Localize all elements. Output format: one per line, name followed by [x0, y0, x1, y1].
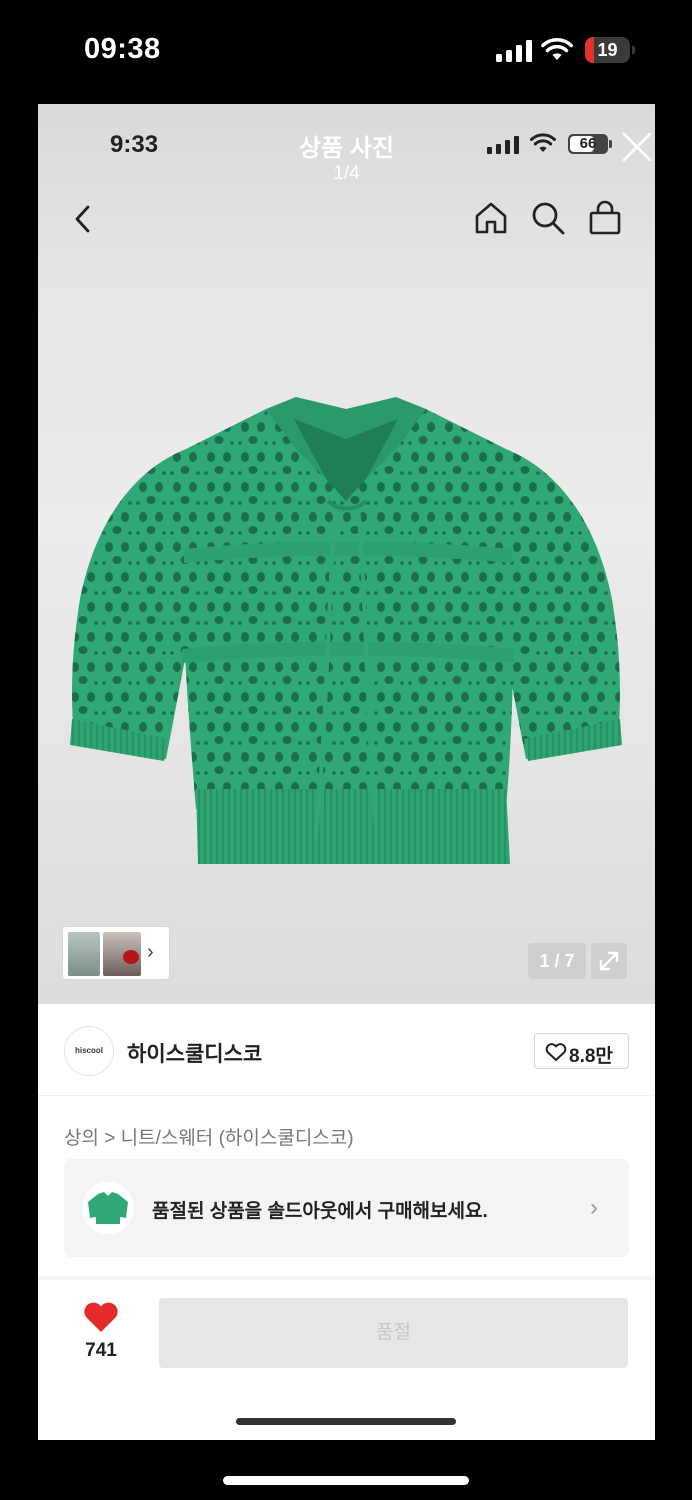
shopping-bag-icon[interactable] — [587, 200, 623, 236]
search-icon[interactable] — [530, 200, 566, 236]
product-photo-area: 9:33 상품 사진 1/4 66 › 1 / 7 — [38, 104, 655, 1004]
soldout-product-thumbnail — [82, 1182, 134, 1234]
close-icon[interactable] — [620, 130, 654, 164]
battery-indicator: 19 — [585, 37, 635, 63]
product-like-count: 741 — [85, 1340, 117, 1361]
brand-like-count: 8.8만 — [569, 1046, 613, 1067]
expand-icon[interactable] — [591, 943, 627, 979]
soldout-banner-text: 품절된 상품을 솔드아웃에서 구매해보세요. — [152, 1201, 488, 1222]
product-image[interactable] — [66, 389, 626, 864]
thumbnail-image[interactable] — [103, 932, 141, 976]
thumbnail-strip[interactable]: › — [62, 926, 170, 980]
inner-battery-percent: 66 — [579, 135, 597, 152]
inner-home-indicator — [236, 1418, 456, 1425]
inner-wifi-icon — [530, 133, 556, 152]
image-counter: 1 / 7 — [528, 943, 586, 979]
bottom-action-bar: 741 품절 — [38, 1280, 655, 1440]
device-clock: 09:38 — [84, 33, 161, 65]
photo-viewer: 9:33 상품 사진 1/4 66 › 1 / 7 hiscool 하이스쿨디스… — [38, 104, 655, 1440]
brand-logo[interactable]: hiscool — [64, 1026, 114, 1076]
chevron-right-icon: › — [147, 941, 154, 963]
sweater-icon — [88, 1192, 128, 1224]
wifi-icon — [541, 38, 573, 60]
heart-filled-icon[interactable] — [82, 1300, 120, 1334]
cellular-signal-icon — [496, 40, 532, 62]
chevron-right-icon: › — [590, 1194, 598, 1221]
home-icon[interactable] — [473, 200, 509, 236]
viewer-photo-counter: 1/4 — [333, 163, 360, 184]
home-indicator[interactable] — [223, 1476, 469, 1485]
heart-outline-icon — [545, 1043, 567, 1061]
inner-battery-indicator: 66 — [568, 134, 612, 154]
brand-row[interactable]: hiscool 하이스쿨디스코 8.8만 — [38, 1004, 655, 1096]
brand-name[interactable]: 하이스쿨디스코 — [127, 1038, 262, 1068]
category-breadcrumb[interactable]: 상의 > 니트/스웨터 (하이스쿨디스코) — [64, 1123, 354, 1150]
viewer-title: 상품 사진 — [299, 135, 394, 162]
thumbnail-image[interactable] — [68, 932, 100, 976]
brand-like-button[interactable]: 8.8만 — [534, 1033, 629, 1069]
device-status-bar: 09:38 19 — [0, 0, 692, 104]
battery-percent: 19 — [597, 40, 618, 60]
inner-cellular-signal-icon — [487, 136, 519, 154]
soldout-banner[interactable]: 품절된 상품을 솔드아웃에서 구매해보세요. › — [64, 1159, 629, 1257]
back-button[interactable] — [68, 201, 98, 237]
brand-logo-text: hiscool — [74, 1046, 103, 1055]
soldout-buy-button[interactable]: 품절 — [159, 1298, 628, 1368]
